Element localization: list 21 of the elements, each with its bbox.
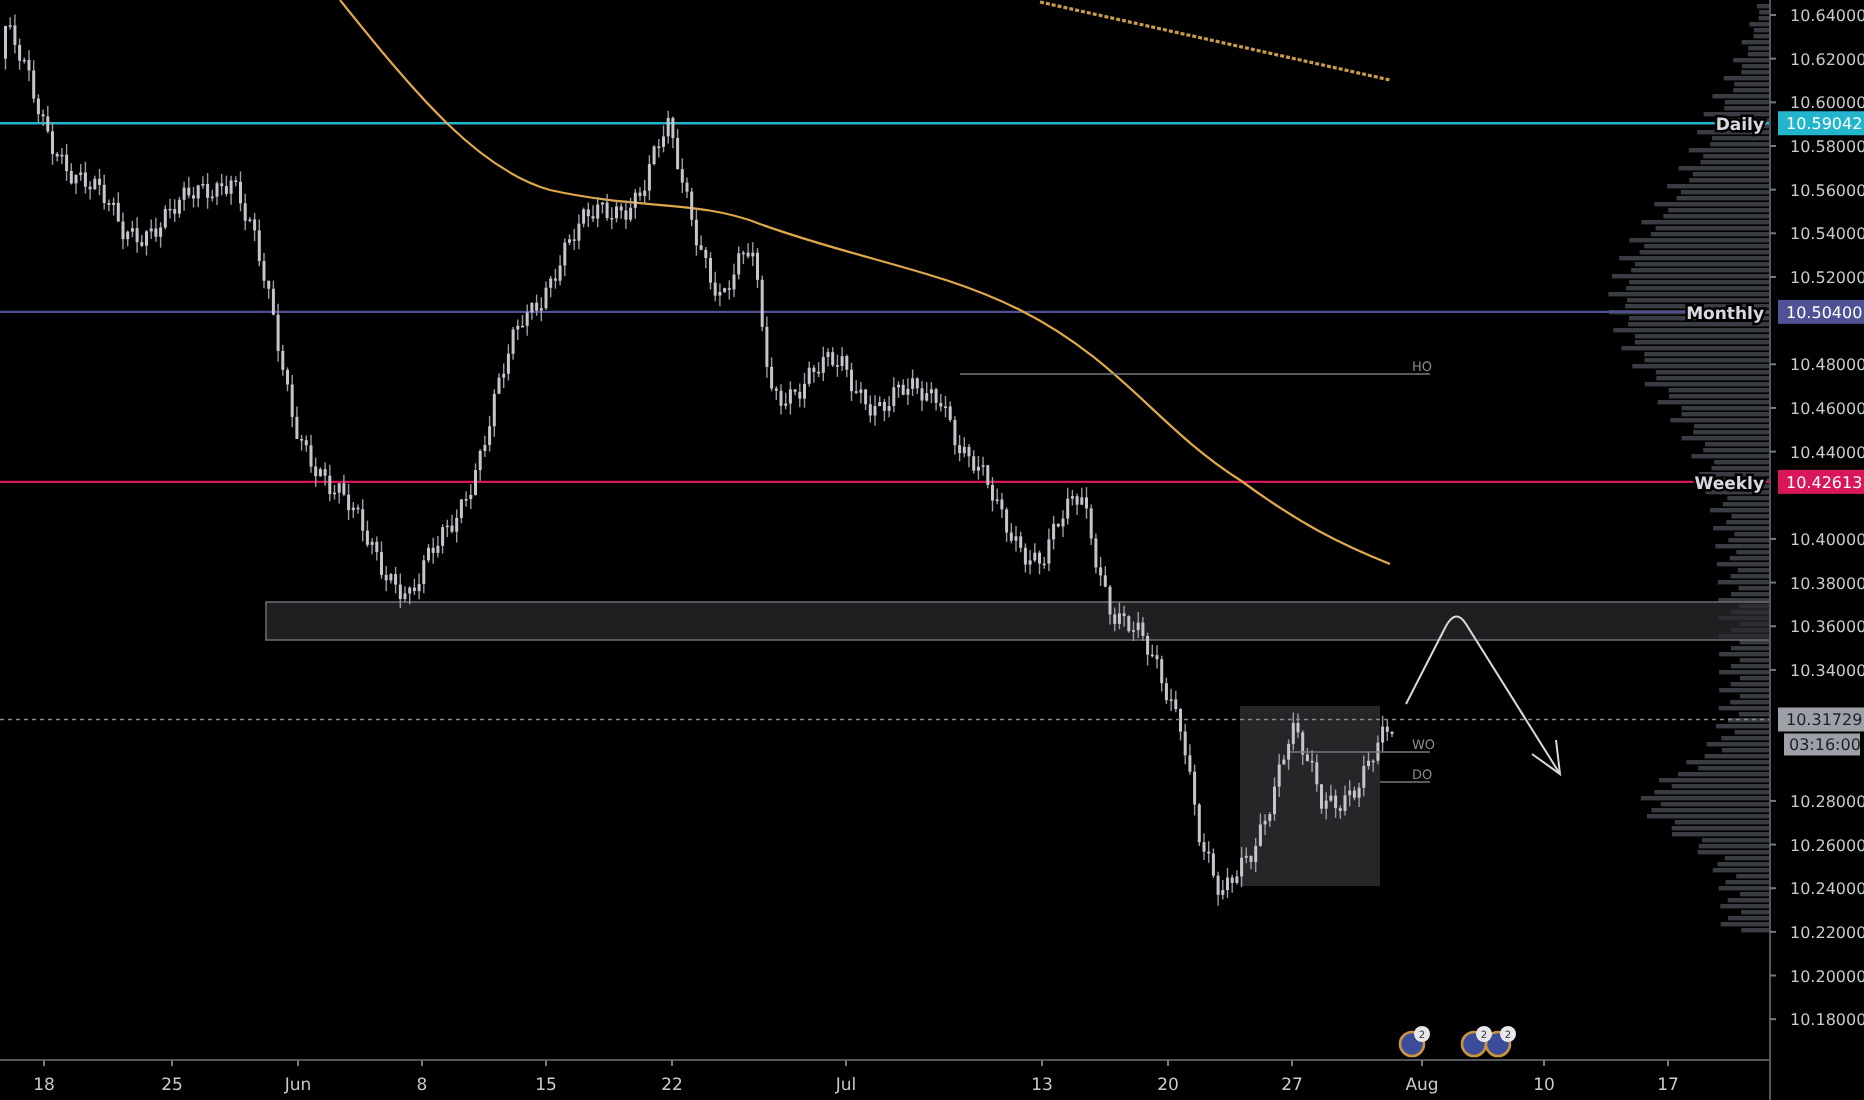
time-axis-label: 17 [1657, 1076, 1679, 1096]
time-axis-label: 8 [416, 1076, 428, 1096]
level-price-badge: 10.50400 [1778, 299, 1864, 324]
level-label: Monthly [1686, 304, 1764, 325]
countdown-badge: 03:16:00 [1784, 733, 1861, 756]
level-price-badge: 10.59042 [1778, 111, 1864, 136]
time-axis-label: 25 [161, 1076, 183, 1096]
current-price-badge: 10.31729 [1778, 707, 1864, 732]
time-axis-label: Jul [835, 1076, 857, 1096]
time-axis-label: 18 [33, 1076, 55, 1096]
level-price-badge: 10.42613 [1778, 469, 1864, 494]
time-axis-label: 13 [1031, 1076, 1053, 1096]
marker-line [1379, 781, 1431, 783]
marker-line [1289, 751, 1431, 753]
time-axis-label: 22 [661, 1076, 683, 1096]
time-axis-label: 10 [1533, 1076, 1555, 1096]
time-axis-label: 15 [535, 1076, 557, 1096]
time-axis-label: Jun [284, 1076, 312, 1096]
time-axis-label: 20 [1157, 1076, 1179, 1096]
time-axis-label: 27 [1281, 1076, 1303, 1096]
time-axis-label: Aug [1405, 1076, 1439, 1096]
